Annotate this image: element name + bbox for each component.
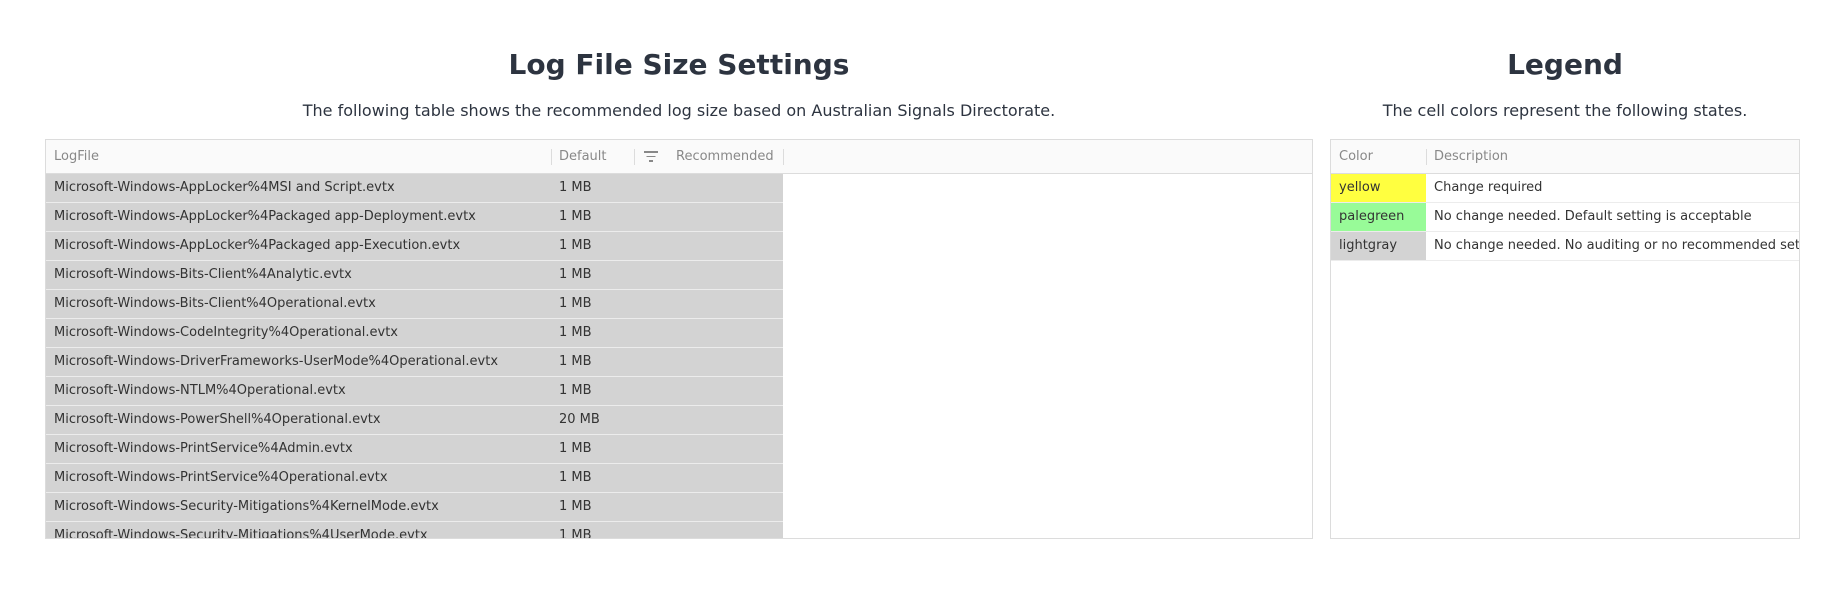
legend-description: No change needed. Default setting is acc… xyxy=(1434,209,1752,224)
legend-description: Change required xyxy=(1434,180,1543,195)
table-row[interactable]: Microsoft-Windows-DriverFrameworks-UserM… xyxy=(46,348,783,377)
legend-row[interactable]: lightgray No change needed. No auditing o… xyxy=(1331,232,1799,261)
legend-panel: Legend The cell colors represent the fol… xyxy=(1330,0,1800,539)
cell-recommended xyxy=(668,464,783,492)
cell-recommended xyxy=(668,203,783,231)
table-row[interactable]: Microsoft-Windows-AppLocker%4MSI and Scr… xyxy=(46,174,783,203)
cell-logfile: Microsoft-Windows-DriverFrameworks-UserM… xyxy=(54,354,499,369)
legend-row[interactable]: yellow Change required xyxy=(1331,174,1799,203)
table-row[interactable]: Microsoft-Windows-Security-Mitigations%4… xyxy=(46,522,783,539)
table-row[interactable]: Microsoft-Windows-NTLM%4Operational.evtx… xyxy=(46,377,783,406)
cell-recommended xyxy=(668,174,783,202)
cell-logfile: Microsoft-Windows-Security-Mitigations%4… xyxy=(54,499,439,514)
cell-logfile: Microsoft-Windows-PrintService%4Operatio… xyxy=(54,470,388,485)
cell-default: 20 MB xyxy=(559,412,600,427)
cell-logfile: Microsoft-Windows-Bits-Client%4Operation… xyxy=(54,296,376,311)
cell-recommended xyxy=(668,522,783,538)
cell-recommended xyxy=(668,377,783,405)
legend-table[interactable]: Color Description yellow Change required p… xyxy=(1330,139,1800,539)
column-header-color[interactable]: Color xyxy=(1331,140,1373,174)
cell-logfile: Microsoft-Windows-AppLocker%4Packaged ap… xyxy=(54,238,461,253)
cell-logfile: Microsoft-Windows-AppLocker%4Packaged ap… xyxy=(54,209,476,224)
cell-recommended xyxy=(668,319,783,347)
column-header-logfile[interactable]: LogFile xyxy=(46,140,99,174)
legend-title: Legend xyxy=(1507,48,1623,81)
table-row[interactable]: Microsoft-Windows-PrintService%4Admin.ev… xyxy=(46,435,783,464)
cell-recommended xyxy=(668,493,783,521)
legend-color-swatch: lightgray xyxy=(1331,232,1426,260)
log-size-table[interactable]: LogFile Default Recommended Microsoft-Wi… xyxy=(45,139,1313,539)
cell-default: 1 MB xyxy=(559,470,592,485)
cell-default: 1 MB xyxy=(559,209,592,224)
legend-row[interactable]: palegreen No change needed. Default setti… xyxy=(1331,203,1799,232)
cell-default: 1 MB xyxy=(559,383,592,398)
cell-default: 1 MB xyxy=(559,180,592,195)
legend-header: Color Description xyxy=(1331,140,1799,174)
cell-recommended xyxy=(668,348,783,376)
table-row[interactable]: Microsoft-Windows-CodeIntegrity%4Operati… xyxy=(46,319,783,348)
legend-description: No change needed. No auditing or no reco… xyxy=(1434,238,1799,253)
table-row[interactable]: Microsoft-Windows-Security-Mitigations%4… xyxy=(46,493,783,522)
cell-recommended xyxy=(668,232,783,260)
cell-recommended xyxy=(668,435,783,463)
cell-logfile: Microsoft-Windows-PrintService%4Admin.ev… xyxy=(54,441,353,456)
column-header-recommended[interactable]: Recommended xyxy=(668,140,774,174)
cell-recommended xyxy=(668,261,783,289)
cell-logfile: Microsoft-Windows-Security-Mitigations%4… xyxy=(54,528,428,539)
legend-color-swatch: palegreen xyxy=(1331,203,1426,231)
table-header: LogFile Default Recommended xyxy=(46,140,1312,174)
legend-color-swatch: yellow xyxy=(1331,174,1426,202)
cell-logfile: Microsoft-Windows-PowerShell%4Operationa… xyxy=(54,412,381,427)
table-row[interactable]: Microsoft-Windows-AppLocker%4Packaged ap… xyxy=(46,232,783,261)
cell-default: 1 MB xyxy=(559,267,592,282)
cell-logfile: Microsoft-Windows-AppLocker%4MSI and Scr… xyxy=(54,180,395,195)
table-row[interactable]: Microsoft-Windows-PowerShell%4Operationa… xyxy=(46,406,783,435)
legend-subtitle: The cell colors represent the following … xyxy=(1382,101,1748,120)
cell-default: 1 MB xyxy=(559,354,592,369)
column-resize-handle[interactable] xyxy=(783,149,784,165)
log-size-panel: Log File Size Settings The following tab… xyxy=(45,0,1313,539)
cell-logfile: Microsoft-Windows-CodeIntegrity%4Operati… xyxy=(54,325,399,340)
cell-default: 1 MB xyxy=(559,499,592,514)
table-row[interactable]: Microsoft-Windows-AppLocker%4Packaged ap… xyxy=(46,203,783,232)
cell-recommended xyxy=(668,290,783,318)
cell-recommended xyxy=(668,406,783,434)
page-title: Log File Size Settings xyxy=(508,48,850,81)
filter-icon[interactable] xyxy=(644,150,658,162)
column-resize-handle[interactable] xyxy=(634,149,635,165)
table-row[interactable]: Microsoft-Windows-Bits-Client%4Operation… xyxy=(46,290,783,319)
page-subtitle: The following table shows the recommende… xyxy=(302,101,1056,120)
table-row[interactable]: Microsoft-Windows-Bits-Client%4Analytic.… xyxy=(46,261,783,290)
cell-default: 1 MB xyxy=(559,325,592,340)
cell-default: 1 MB xyxy=(559,296,592,311)
cell-logfile: Microsoft-Windows-NTLM%4Operational.evtx xyxy=(54,383,346,398)
cell-default: 1 MB xyxy=(559,528,592,539)
table-row[interactable]: Microsoft-Windows-PrintService%4Operatio… xyxy=(46,464,783,493)
column-header-default[interactable]: Default xyxy=(551,140,607,174)
cell-logfile: Microsoft-Windows-Bits-Client%4Analytic.… xyxy=(54,267,352,282)
cell-default: 1 MB xyxy=(559,238,592,253)
cell-default: 1 MB xyxy=(559,441,592,456)
column-header-description[interactable]: Description xyxy=(1426,140,1508,174)
